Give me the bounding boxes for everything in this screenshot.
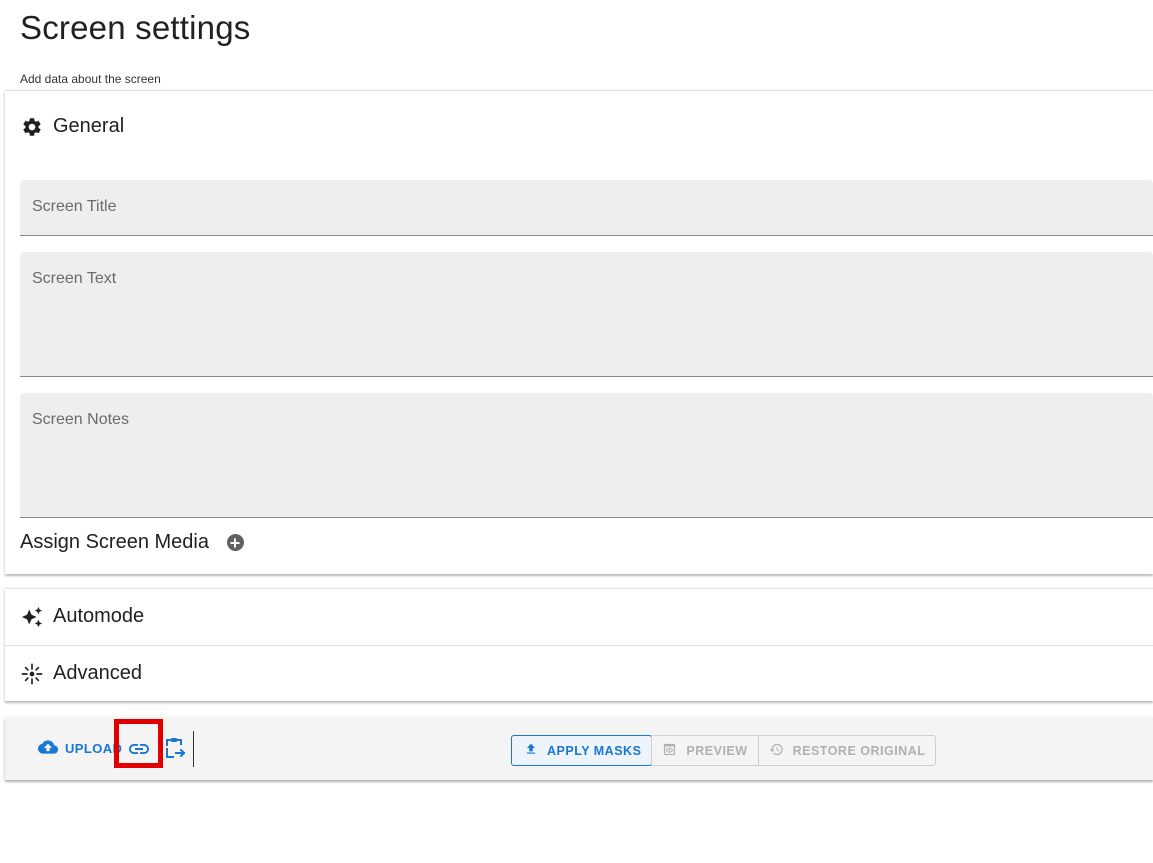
upload-label: UPLOAD: [65, 741, 123, 756]
advanced-section[interactable]: Advanced: [5, 645, 1153, 701]
general-title: General: [53, 115, 125, 137]
restore-original-button[interactable]: RESTORE ORIGINAL: [757, 736, 936, 765]
screen-title-label: Screen Title: [32, 198, 117, 215]
screen-notes-field[interactable]: Screen Notes: [20, 393, 1153, 518]
page-title: Screen settings: [20, 9, 251, 46]
settings-spark-icon: [21, 663, 43, 685]
link-button[interactable]: [127, 737, 151, 761]
automode-section[interactable]: Automode: [5, 589, 1153, 645]
automode-header[interactable]: Automode: [21, 605, 144, 628]
upload-button[interactable]: UPLOAD: [38, 739, 122, 758]
screen-notes-label: Screen Notes: [32, 411, 129, 428]
mask-button-group: APPLY MASKS PREVIEW RESTORE ORIGINAL: [511, 735, 937, 766]
assign-screen-media-label: Assign Screen Media: [20, 531, 209, 553]
advanced-title: Advanced: [53, 662, 142, 684]
link-icon: [127, 744, 151, 765]
screen-title-field[interactable]: Screen Title: [20, 180, 1153, 236]
apply-masks-label: APPLY MASKS: [547, 743, 642, 758]
preview-label: PREVIEW: [686, 743, 748, 758]
restore-history-icon: [769, 742, 784, 760]
add-circle-icon[interactable]: [226, 534, 244, 551]
media-toolbar: UPLOAD APPLY MASKS PREVIEW RESTORE ORIGI…: [5, 717, 1153, 780]
toolbar-divider: [193, 731, 194, 767]
upload-arrow-icon: [524, 742, 538, 759]
clipboard-transfer-button[interactable]: [164, 736, 186, 760]
assign-screen-media-row: Assign Screen Media: [20, 531, 244, 554]
clipboard-transfer-icon: [164, 738, 186, 764]
automode-title: Automode: [53, 605, 145, 627]
apply-masks-button[interactable]: APPLY MASKS: [511, 735, 653, 766]
screen-text-field[interactable]: Screen Text: [20, 252, 1153, 377]
collapsed-sections: Automode Advanced: [5, 588, 1153, 701]
restore-original-label: RESTORE ORIGINAL: [792, 743, 926, 758]
general-header[interactable]: General: [21, 115, 124, 138]
screen-text-label: Screen Text: [32, 270, 117, 287]
page-subtitle: Add data about the screen: [20, 72, 161, 86]
sparkles-icon: [21, 606, 43, 628]
preview-button[interactable]: PREVIEW: [651, 736, 757, 765]
cloud-upload-icon: [38, 739, 58, 758]
preview-icon: [662, 742, 677, 760]
advanced-header[interactable]: Advanced: [21, 662, 142, 685]
gear-icon: [21, 116, 43, 138]
general-section: General Screen Title Screen Text Screen …: [5, 90, 1153, 574]
